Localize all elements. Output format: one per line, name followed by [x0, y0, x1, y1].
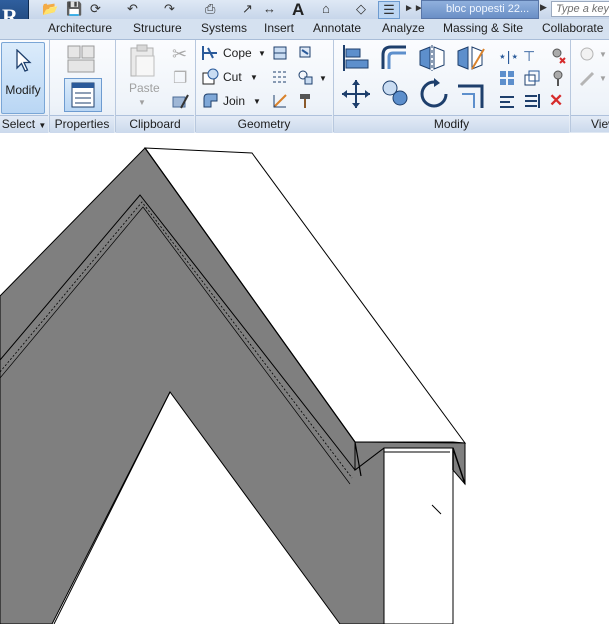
sync-icon[interactable]: ⟳: [90, 1, 101, 17]
hide-bulb-icon[interactable]: [578, 46, 596, 64]
mirror-pick-axis-icon[interactable]: [418, 43, 450, 73]
cope-icon[interactable]: [201, 44, 219, 62]
open-icon[interactable]: 📂: [42, 1, 58, 17]
tab-structure[interactable]: Structure: [133, 21, 182, 35]
tab-analyze[interactable]: Analyze: [382, 21, 425, 35]
measure-icon[interactable]: ↗: [242, 1, 253, 17]
tab-annotate[interactable]: Annotate: [313, 21, 361, 35]
wall-end-face: [383, 447, 454, 624]
demolish-icon[interactable]: [296, 68, 314, 86]
delete-icon[interactable]: ✕: [549, 91, 563, 111]
undo-icon[interactable]: ↶: [127, 1, 138, 17]
cut-button-label[interactable]: Cut: [223, 67, 242, 87]
view-panel-title: View: [571, 115, 609, 132]
cursor-arrow-icon: [16, 49, 32, 72]
document-title: bloc popesti 22...: [421, 0, 539, 19]
ribbon: Modify Select ▼ Properties Paste ▼ ✂ ❐ C…: [0, 39, 609, 134]
dimension-icon[interactable]: ↔: [263, 1, 276, 17]
properties-panel-title: Properties: [50, 115, 114, 133]
cope-button-label[interactable]: Cope: [223, 43, 252, 63]
save-icon[interactable]: 💾: [66, 1, 82, 17]
cut-dropdown-icon[interactable]: ▼: [250, 73, 258, 82]
split-element-icon[interactable]: ⋆|⋆: [498, 48, 519, 65]
trim-extend-single-icon[interactable]: [498, 92, 516, 110]
cut-scissors-icon[interactable]: ✂: [172, 44, 187, 65]
join-button-label[interactable]: Join: [223, 91, 245, 111]
select-panel-title[interactable]: Select ▼: [0, 115, 48, 133]
roof-3d-view[interactable]: [0, 133, 609, 624]
search-input[interactable]: Type a keyword: [551, 1, 609, 17]
geometry-panel-title: Geometry: [196, 115, 332, 133]
tab-insert[interactable]: Insert: [264, 21, 294, 35]
scale-icon[interactable]: [523, 69, 541, 87]
rotate-icon[interactable]: [418, 78, 450, 112]
cope-dropdown-icon[interactable]: ▼: [258, 49, 266, 58]
hammer-icon[interactable]: [296, 92, 314, 110]
paste-icon[interactable]: [128, 44, 158, 78]
tab-massing-site[interactable]: Massing & Site: [443, 21, 523, 35]
properties-button[interactable]: [64, 78, 102, 112]
hide-dropdown-icon[interactable]: ▼: [599, 50, 607, 59]
modify-panel-title: Modify: [334, 115, 569, 133]
paste-dropdown-icon[interactable]: ▼: [138, 98, 146, 107]
search-arrow-icon[interactable]: ▶: [540, 2, 547, 13]
pick-new-host-icon[interactable]: [271, 92, 289, 110]
select-panel-label: Select: [1, 117, 36, 131]
geometry-more-dropdown-icon[interactable]: ▼: [319, 74, 327, 83]
type-properties-icon[interactable]: [66, 44, 100, 76]
offset-icon[interactable]: [380, 43, 412, 73]
copy-icon[interactable]: ❐: [173, 68, 187, 88]
paint-icon[interactable]: [296, 44, 314, 62]
trim-extend-corner-icon[interactable]: [456, 78, 488, 112]
override-graphics-icon[interactable]: [578, 70, 596, 88]
wall-joins-icon[interactable]: [271, 68, 289, 86]
chevron-down-icon[interactable]: ▼: [38, 121, 46, 130]
quick-access-toolbar: R 📂 💾 ⟳ ↶ ↷ ⎙ ↗ ↔ ⌂ A ◇ ☰ ►► bloc popest…: [0, 0, 609, 38]
trim-extend-multiple-icon[interactable]: [523, 92, 541, 110]
thin-lines-icon[interactable]: ☰: [378, 1, 400, 19]
pin-icon[interactable]: [549, 69, 567, 87]
ribbon-tab-bar: Architecture Structure Systems Insert An…: [0, 19, 609, 39]
text-tool-icon[interactable]: A: [292, 0, 304, 19]
copy-element-icon[interactable]: [380, 78, 412, 112]
section-icon[interactable]: ◇: [356, 1, 366, 17]
tab-collaborate[interactable]: Collaborate: [542, 21, 603, 35]
cut-geometry-icon[interactable]: [201, 68, 219, 86]
properties-palette-icon: [71, 82, 95, 108]
modify-button[interactable]: Modify: [1, 42, 45, 114]
array-icon[interactable]: [498, 69, 516, 87]
3d-view-icon[interactable]: ⌂: [322, 1, 330, 17]
override-dropdown-icon[interactable]: ▼: [599, 74, 607, 83]
split-with-gap-icon[interactable]: ⊤: [523, 48, 535, 65]
tab-architecture[interactable]: Architecture: [48, 21, 112, 35]
join-icon[interactable]: [201, 92, 219, 110]
match-properties-icon[interactable]: [171, 92, 191, 112]
model-viewport[interactable]: [0, 133, 609, 624]
modify-button-label: Modify: [5, 83, 41, 97]
align-icon[interactable]: [340, 43, 372, 73]
move-icon[interactable]: [340, 78, 372, 112]
print-icon[interactable]: ⎙: [205, 1, 215, 17]
unpin-icon[interactable]: [549, 46, 567, 64]
paste-button-label[interactable]: Paste: [129, 78, 160, 98]
mirror-draw-axis-icon[interactable]: [456, 43, 488, 73]
redo-icon[interactable]: ↷: [164, 1, 175, 17]
join-dropdown-icon[interactable]: ▼: [253, 97, 261, 106]
split-face-icon[interactable]: [271, 44, 289, 62]
clipboard-panel-title: Clipboard: [116, 115, 194, 133]
tab-systems[interactable]: Systems: [201, 21, 247, 35]
